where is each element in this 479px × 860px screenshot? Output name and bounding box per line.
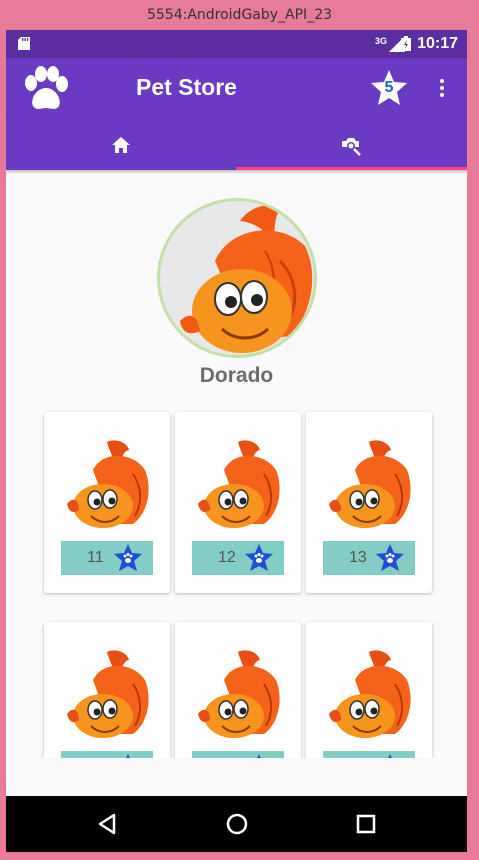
back-icon[interactable] (94, 810, 122, 838)
app-bar: Pet Store 5 (6, 58, 467, 120)
card-badge (61, 751, 153, 758)
card-count: 11 (87, 549, 104, 566)
paw-star-icon (388, 754, 392, 758)
pet-card[interactable] (306, 622, 432, 758)
app-title: Pet Store (136, 74, 237, 100)
pet-card[interactable]: 12 (175, 412, 301, 593)
sd-card-icon (18, 37, 30, 50)
card-count: 13 (349, 549, 367, 566)
paw-star-icon (126, 754, 130, 758)
tab-indicator (236, 167, 467, 170)
overflow-menu-icon[interactable] (434, 76, 450, 102)
paw-star-icon (114, 544, 142, 571)
pet-name: Dorado (199, 364, 274, 387)
paw-star-icon (376, 544, 404, 571)
pet-card[interactable]: 13 (306, 412, 432, 593)
pet-profile-image (157, 198, 317, 358)
paw-logo-icon (25, 66, 68, 109)
search-pet-icon (342, 138, 361, 156)
pet-card[interactable] (175, 622, 301, 758)
network-type-label: 3G (374, 36, 387, 46)
favorites-star-button[interactable]: 5 (369, 68, 409, 108)
tab-home[interactable] (6, 120, 236, 170)
star-badge-count: 5 (384, 79, 394, 96)
card-count: 12 (218, 549, 236, 566)
status-bar: 3G 10:17 (6, 30, 467, 58)
pet-card-grid: 11 12 13 (6, 410, 467, 758)
tab-search-pet[interactable] (236, 120, 466, 170)
tab-bar (6, 120, 467, 170)
card-badge: 11 (61, 541, 153, 575)
paw-star-icon (257, 754, 261, 758)
goldfish-icon (198, 650, 280, 738)
system-nav-bar (6, 796, 467, 852)
pet-card[interactable]: 11 (44, 412, 170, 593)
card-badge (323, 751, 415, 758)
goldfish-icon (329, 650, 411, 738)
goldfish-icon (329, 440, 411, 528)
card-badge (192, 751, 284, 758)
home-icon (112, 137, 130, 153)
card-badge: 12 (192, 541, 284, 575)
home-circle-icon[interactable] (223, 810, 251, 838)
pet-card[interactable] (44, 622, 170, 758)
device-screen: 3G 10:17 Pet Store 5 Dorado 11 12 13 (6, 30, 467, 852)
goldfish-icon (67, 440, 149, 528)
paw-star-icon (245, 544, 273, 571)
goldfish-icon (198, 440, 280, 528)
battery-icon (401, 36, 411, 51)
emulator-window-title: 5554:AndroidGaby_API_23 (146, 7, 333, 23)
goldfish-icon (67, 650, 149, 738)
status-time: 10:17 (417, 35, 458, 52)
goldfish-photo (180, 205, 313, 353)
card-badge: 13 (323, 541, 415, 575)
recents-icon[interactable] (352, 810, 380, 838)
